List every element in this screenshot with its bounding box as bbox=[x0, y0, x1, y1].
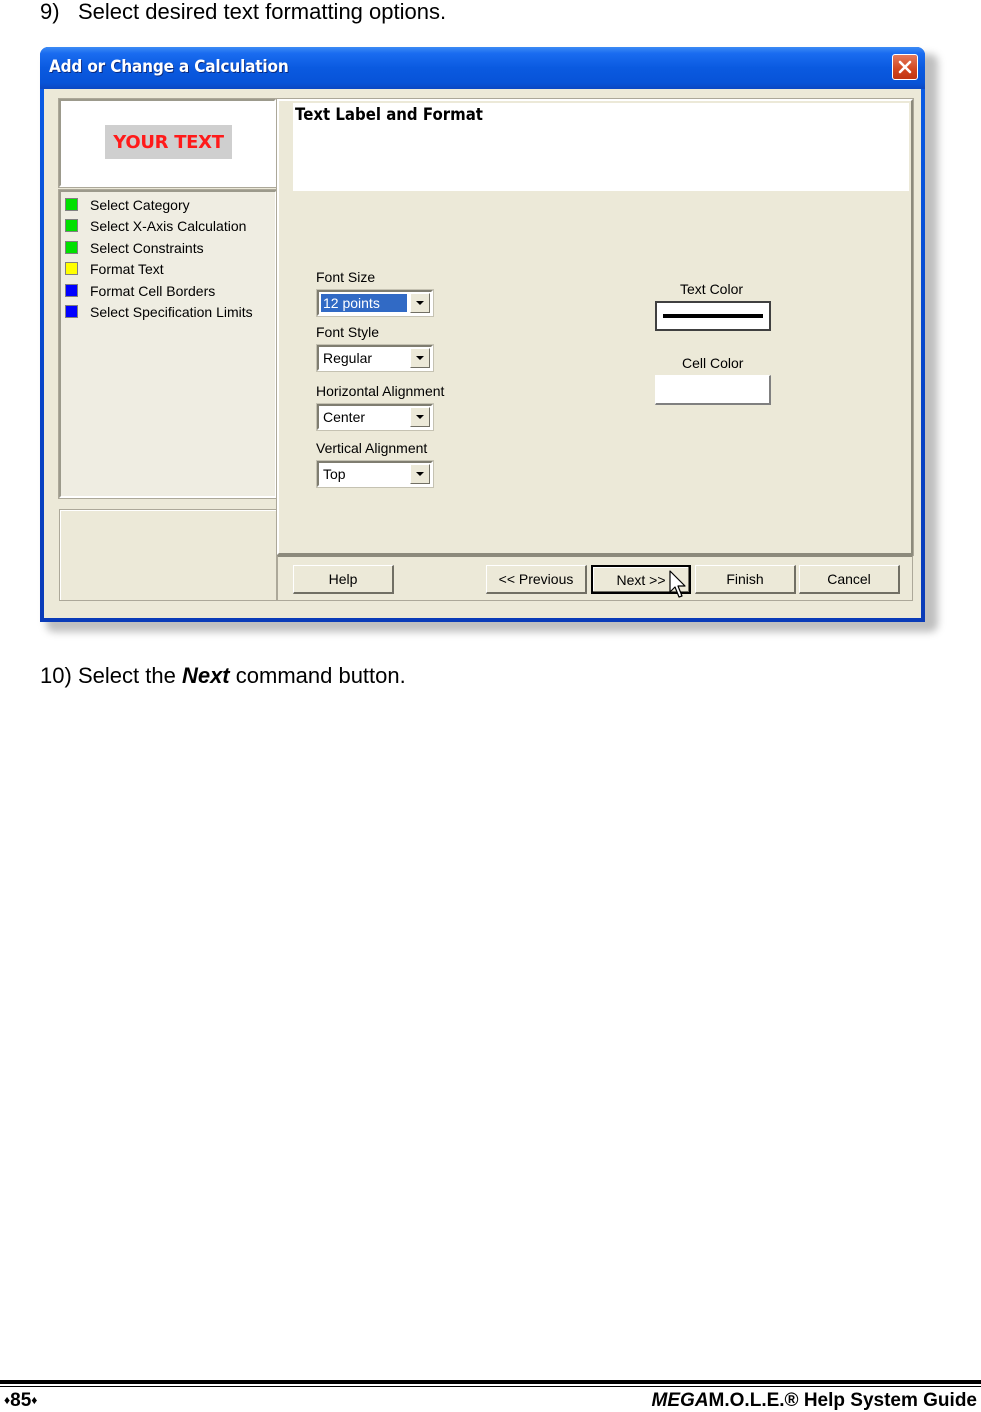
title-bar[interactable]: Add or Change a Calculation bbox=[40, 47, 925, 89]
page-number: ♦85♦ bbox=[4, 1390, 37, 1412]
format-panel: Text Label and Format Font Size 12 point… bbox=[276, 98, 914, 556]
step-10-instruction: 10) Select the Next command button. bbox=[40, 663, 406, 689]
previous-button[interactable]: << Previous bbox=[486, 565, 587, 594]
wizard-step-label: Select X-Axis Calculation bbox=[90, 217, 247, 234]
vertical-alignment-dropdown-button[interactable] bbox=[410, 464, 430, 484]
status-complete-icon bbox=[65, 219, 78, 232]
wizard-step-item[interactable]: Select X-Axis Calculation bbox=[65, 215, 246, 236]
wizard-step-label: Format Text bbox=[90, 260, 164, 277]
wizard-step-item[interactable]: Format Text bbox=[65, 258, 164, 279]
page-number-value: 85 bbox=[10, 1390, 32, 1411]
status-pending-icon bbox=[65, 284, 78, 297]
status-complete-icon bbox=[65, 198, 78, 211]
font-style-dropdown-button[interactable] bbox=[410, 348, 430, 368]
footer-rule-thin bbox=[0, 1386, 981, 1387]
wizard-step-item[interactable]: Format Cell Borders bbox=[65, 280, 215, 301]
preview-sample-text: YOUR TEXT bbox=[105, 125, 232, 159]
close-button[interactable] bbox=[892, 54, 918, 80]
horizontal-alignment-dropdown[interactable]: Center bbox=[316, 403, 434, 431]
footer-rule-thick bbox=[0, 1380, 981, 1384]
step-number: 10) bbox=[40, 663, 72, 688]
guide-title: MEGAM.O.L.E.® Help System Guide bbox=[652, 1390, 977, 1412]
dialog-window: Add or Change a Calculation YOUR TEXT Se… bbox=[40, 47, 925, 622]
diamond-icon: ♦ bbox=[31, 1393, 38, 1407]
cell-color-label: Cell Color bbox=[682, 355, 744, 371]
guide-brand: MEGA bbox=[651, 1390, 709, 1411]
help-button[interactable]: Help bbox=[293, 565, 394, 594]
step-emphasis: Next bbox=[181, 663, 230, 688]
wizard-steps-list: Select Category Select X-Axis Calculatio… bbox=[58, 189, 278, 499]
font-style-value: Regular bbox=[323, 350, 373, 366]
chevron-down-icon bbox=[416, 356, 424, 360]
step-text-after: command button. bbox=[229, 663, 406, 688]
chevron-down-icon bbox=[416, 415, 424, 419]
text-color-swatch bbox=[663, 314, 763, 318]
vertical-alignment-label: Vertical Alignment bbox=[316, 440, 428, 456]
wizard-step-item[interactable]: Select Category bbox=[65, 194, 190, 215]
font-size-dropdown-button[interactable] bbox=[410, 293, 430, 313]
step-text-before: Select the bbox=[78, 663, 182, 688]
panel-heading: Text Label and Format bbox=[295, 105, 483, 125]
finish-button[interactable]: Finish bbox=[695, 565, 796, 594]
text-color-label: Text Color bbox=[680, 281, 744, 297]
font-style-dropdown[interactable]: Regular bbox=[316, 344, 434, 372]
wizard-step-label: Select Constraints bbox=[90, 239, 204, 256]
wizard-step-item[interactable]: Select Specification Limits bbox=[65, 301, 253, 322]
guide-title-text: M.O.L.E.® Help System Guide bbox=[708, 1390, 977, 1411]
cancel-button[interactable]: Cancel bbox=[799, 565, 900, 594]
button-bar: Help << Previous Next >> Finish Cancel bbox=[277, 555, 913, 601]
font-size-value: 12 points bbox=[321, 294, 407, 312]
panel-header: Text Label and Format bbox=[293, 103, 909, 191]
mouse-pointer-icon bbox=[669, 570, 686, 598]
info-panel bbox=[59, 509, 277, 601]
wizard-step-item[interactable]: Select Constraints bbox=[65, 237, 204, 258]
font-size-dropdown[interactable]: 12 points bbox=[316, 289, 434, 317]
cell-color-picker[interactable] bbox=[655, 375, 771, 405]
step-9-instruction: 9) Select desired text formatting options… bbox=[40, 0, 446, 25]
status-complete-icon bbox=[65, 241, 78, 254]
wizard-step-label: Select Category bbox=[90, 196, 190, 213]
dialog-client-area: YOUR TEXT Select Category Select X-Axis … bbox=[44, 89, 921, 618]
wizard-step-label: Format Cell Borders bbox=[90, 282, 216, 299]
horizontal-alignment-dropdown-button[interactable] bbox=[410, 407, 430, 427]
vertical-alignment-value: Top bbox=[323, 466, 346, 482]
wizard-step-label: Select Specification Limits bbox=[90, 303, 253, 320]
horizontal-alignment-value: Center bbox=[323, 409, 366, 425]
chevron-down-icon bbox=[416, 301, 424, 305]
horizontal-alignment-label: Horizontal Alignment bbox=[316, 383, 445, 399]
window-title: Add or Change a Calculation bbox=[49, 57, 289, 77]
vertical-alignment-dropdown[interactable]: Top bbox=[316, 460, 434, 488]
text-color-picker[interactable] bbox=[655, 301, 771, 331]
close-x-icon bbox=[898, 60, 912, 74]
status-pending-icon bbox=[65, 305, 78, 318]
step-number: 9) bbox=[40, 0, 60, 24]
text-preview-panel: YOUR TEXT bbox=[58, 98, 277, 188]
chevron-down-icon bbox=[416, 472, 424, 476]
step-text: Select desired text formatting options. bbox=[78, 0, 447, 24]
font-size-label: Font Size bbox=[316, 269, 376, 285]
font-style-label: Font Style bbox=[316, 324, 380, 340]
status-current-icon bbox=[65, 262, 78, 275]
